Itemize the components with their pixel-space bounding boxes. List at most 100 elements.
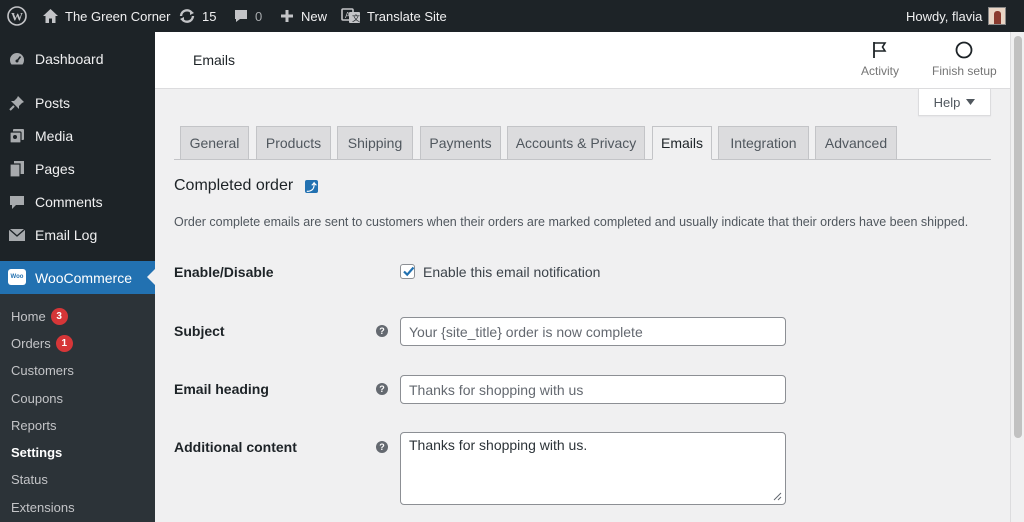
submenu-item-label: Customers xyxy=(11,362,74,378)
sidebar-item-pages[interactable]: Pages xyxy=(0,152,155,185)
updates-icon xyxy=(179,9,195,23)
help-button[interactable]: Help xyxy=(918,89,991,116)
woocommerce-submenu: Home 3 Orders 1 Customers Coupons Report… xyxy=(0,294,155,522)
finish-setup-label: Finish setup xyxy=(932,64,997,78)
additional-content-label: Additional content xyxy=(174,439,297,455)
sidebar-item-woocommerce[interactable]: Woo WooCommerce xyxy=(0,261,155,294)
tab-payments[interactable]: Payments xyxy=(420,126,501,160)
sidebar-item-email-log[interactable]: Email Log xyxy=(0,218,155,251)
checkmark-icon xyxy=(403,266,415,277)
tab-advanced[interactable]: Advanced xyxy=(815,126,897,160)
sidebar-item-label: Comments xyxy=(35,193,103,210)
section-title: Completed order ⤴ xyxy=(174,177,319,195)
pages-icon xyxy=(9,161,24,178)
tab-emails[interactable]: Emails xyxy=(652,126,712,160)
sidebar-item-comments[interactable]: Comments xyxy=(0,185,155,218)
translate-icon: A文 xyxy=(341,8,360,23)
resize-handle-icon[interactable] xyxy=(773,492,782,501)
scrollbar-thumb[interactable] xyxy=(1014,36,1022,438)
enable-disable-label: Enable/Disable xyxy=(174,264,274,280)
orders-count-badge: 1 xyxy=(55,334,73,352)
progress-circle-icon xyxy=(955,41,973,59)
section-title-text: Completed order xyxy=(174,177,294,194)
dashboard-icon xyxy=(9,53,25,65)
help-tip-icon[interactable]: ? xyxy=(376,441,388,453)
comments-link[interactable]: 0 xyxy=(233,0,262,32)
updates-link[interactable]: 15 xyxy=(178,0,216,32)
comments-count: 0 xyxy=(255,8,263,24)
help-label: Help xyxy=(933,94,961,110)
new-content-link[interactable]: New xyxy=(279,0,327,32)
submenu-item-extensions[interactable]: Extensions xyxy=(11,497,75,517)
sidebar-item-label: Media xyxy=(35,127,74,144)
activity-button[interactable]: Activity xyxy=(861,40,899,78)
submenu-item-settings[interactable]: Settings xyxy=(11,442,62,462)
page-title: Emails xyxy=(193,52,236,68)
caret-down-icon xyxy=(966,99,976,105)
tab-accounts-privacy[interactable]: Accounts & Privacy xyxy=(507,126,645,160)
sidebar-item-dashboard[interactable]: Dashboard xyxy=(0,42,155,75)
finish-setup-button[interactable]: Finish setup xyxy=(932,40,997,78)
svg-text:文: 文 xyxy=(352,13,360,23)
email-heading-input[interactable] xyxy=(400,375,786,404)
submenu-item-label: Status xyxy=(11,471,48,487)
sidebar-item-media[interactable]: Media xyxy=(0,119,155,152)
submenu-item-label: Settings xyxy=(11,444,63,460)
submenu-item-label: Reports xyxy=(11,417,57,433)
sidebar-item-label: Email Log xyxy=(35,226,98,243)
admin-bar: W The Green Corner 15 0 New A文 Translate… xyxy=(0,0,1024,32)
return-up-icon[interactable]: ⤴ xyxy=(305,179,319,194)
plus-icon xyxy=(281,10,293,22)
sidebar-item-posts[interactable]: Posts xyxy=(0,86,155,119)
svg-text:A: A xyxy=(345,11,351,20)
email-heading-label: Email heading xyxy=(174,381,269,397)
submenu-item-label: Coupons xyxy=(11,390,64,406)
submenu-item-reports[interactable]: Reports xyxy=(11,415,57,435)
woocommerce-icon: Woo xyxy=(8,269,26,285)
enable-notification-label[interactable]: Enable this email notification xyxy=(423,264,600,280)
howdy-greeting: Howdy, flavia xyxy=(906,8,983,24)
submenu-item-label: Orders xyxy=(11,335,51,351)
section-description: Order complete emails are sent to custom… xyxy=(174,215,969,229)
woocommerce-header: Emails Activity Finish setup xyxy=(155,32,1010,89)
my-account-link[interactable]: Howdy, flavia xyxy=(906,0,1007,32)
updates-count: 15 xyxy=(202,8,217,24)
new-label: New xyxy=(301,8,328,24)
help-tip-icon[interactable]: ? xyxy=(376,383,388,395)
site-name: The Green Corner xyxy=(65,8,171,24)
help-tip-icon[interactable]: ? xyxy=(376,325,388,337)
tab-shipping[interactable]: Shipping xyxy=(337,126,413,160)
sidebar-item-label: Pages xyxy=(35,160,75,177)
svg-text:W: W xyxy=(11,10,23,24)
admin-sidebar: Dashboard Posts Media Pages Comments Ema… xyxy=(0,32,155,522)
subject-input[interactable] xyxy=(400,317,786,346)
home-icon xyxy=(43,9,58,23)
submenu-item-home[interactable]: Home 3 xyxy=(11,306,68,326)
site-name-link[interactable]: The Green Corner xyxy=(42,0,171,32)
sidebar-item-label: Posts xyxy=(35,94,71,111)
comment-icon xyxy=(10,196,24,209)
media-icon xyxy=(9,129,24,144)
additional-content-textarea[interactable]: Thanks for shopping with us. xyxy=(400,432,786,505)
tab-integration[interactable]: Integration xyxy=(718,126,809,160)
flag-icon xyxy=(873,42,887,58)
tab-products[interactable]: Products xyxy=(256,126,331,160)
submenu-item-coupons[interactable]: Coupons xyxy=(11,388,63,408)
translate-site-link[interactable]: A文 Translate Site xyxy=(341,0,447,32)
wordpress-logo-icon[interactable]: W xyxy=(7,0,27,32)
submenu-item-label: Home xyxy=(11,308,46,324)
home-count-badge: 3 xyxy=(50,307,68,325)
tab-general[interactable]: General xyxy=(180,126,249,160)
activity-label: Activity xyxy=(861,64,900,78)
enable-notification-checkbox[interactable] xyxy=(400,264,415,279)
pin-icon xyxy=(9,96,24,111)
page-scrollbar[interactable] xyxy=(1010,32,1024,522)
submenu-item-customers[interactable]: Customers xyxy=(11,360,74,380)
avatar xyxy=(988,7,1007,25)
translate-label: Translate Site xyxy=(367,8,447,24)
sidebar-item-label: WooCommerce xyxy=(35,269,132,286)
submenu-item-orders[interactable]: Orders 1 xyxy=(11,333,73,353)
submenu-item-status[interactable]: Status xyxy=(11,469,48,489)
comment-bubble-icon xyxy=(235,10,247,22)
submenu-item-label: Extensions xyxy=(11,499,75,515)
